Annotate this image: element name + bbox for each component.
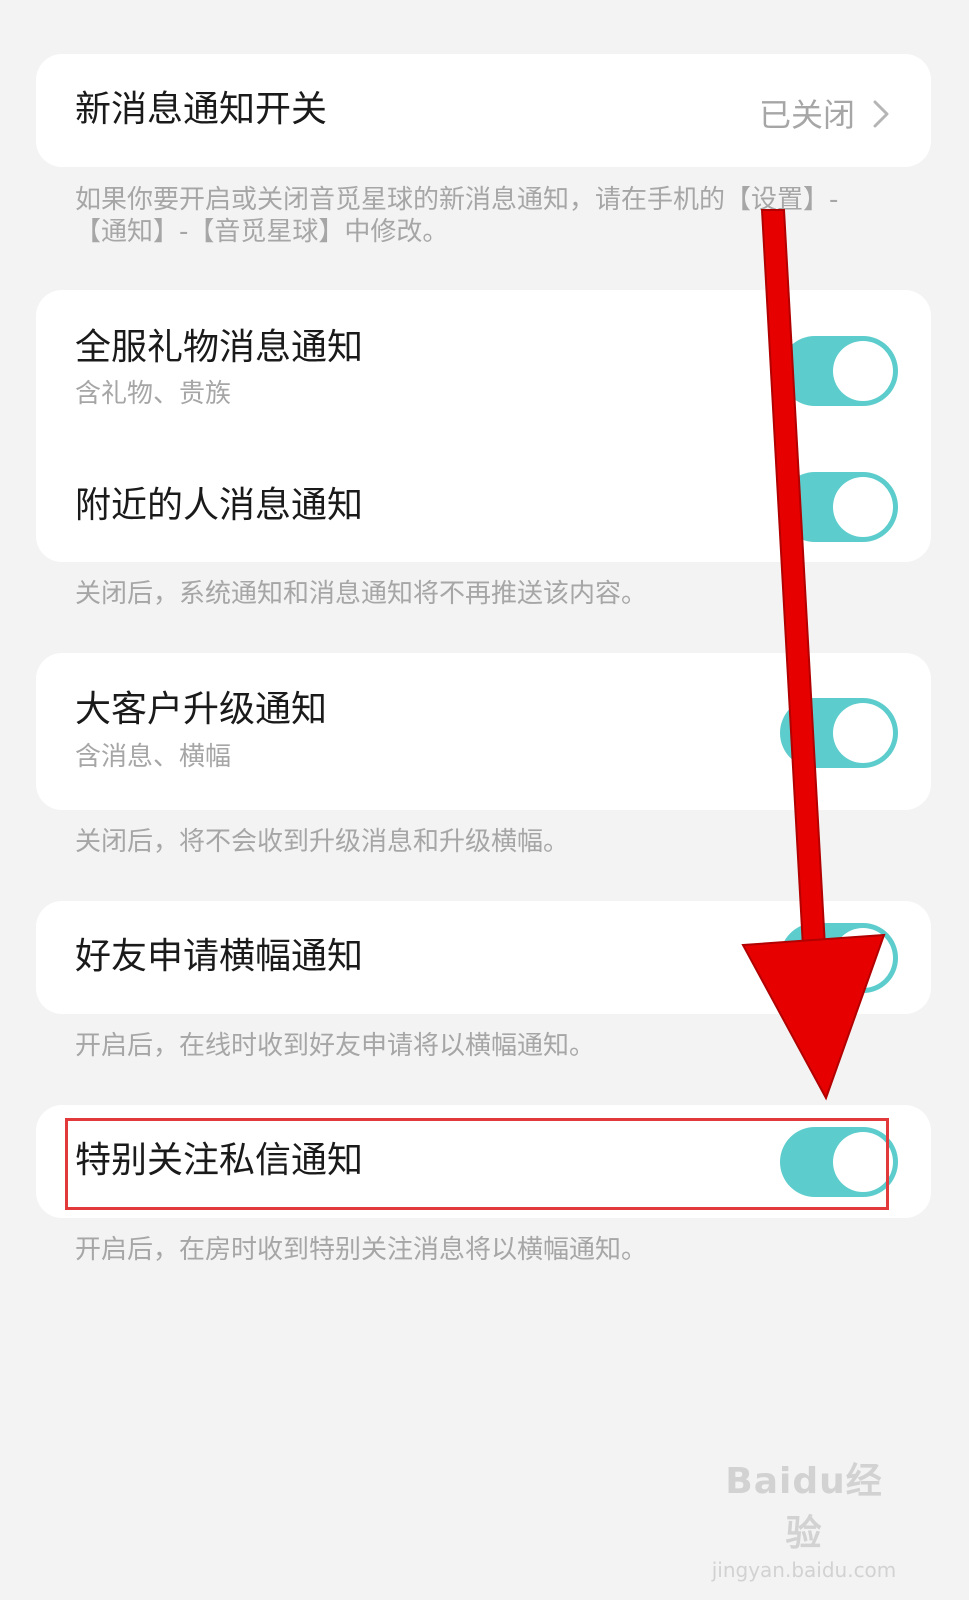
- special-follow-caption: 开启后，在房时收到特别关注消息将以横幅通知。: [75, 1235, 648, 1265]
- notification-switch-status: 已关闭: [758, 96, 855, 134]
- toggle-knob: [833, 1132, 893, 1192]
- upgrade-caption: 关闭后，将不会收到升级消息和升级横幅。: [75, 827, 570, 857]
- gift-notification-toggle[interactable]: [780, 336, 898, 406]
- gift-notification-subtitle: 含礼物、贵族: [75, 379, 232, 409]
- friend-request-toggle[interactable]: [780, 923, 898, 993]
- notification-switch-description: 如果你要开启或关闭音觅星球的新消息通知，请在手机的【设置】-【通知】-【音觅星球…: [75, 185, 839, 247]
- chevron-right-icon: [873, 100, 889, 128]
- upgrade-settings-card: 大客户升级通知 含消息、横幅: [36, 653, 931, 810]
- gift-notification-title: 全服礼物消息通知: [75, 327, 364, 368]
- toggle-knob: [833, 928, 893, 988]
- friend-request-title: 好友申请横幅通知: [75, 936, 364, 977]
- upgrade-notification-title: 大客户升级通知: [75, 689, 328, 730]
- toggle-knob: [833, 477, 893, 537]
- friend-caption: 开启后，在线时收到好友申请将以横幅通知。: [75, 1031, 596, 1061]
- watermark-url: jingyan.baidu.com: [711, 1558, 897, 1582]
- notification-switch-title: 新消息通知开关: [75, 89, 328, 130]
- special-follow-card: 特别关注私信通知: [36, 1105, 931, 1218]
- friend-settings-card: 好友申请横幅通知: [36, 901, 931, 1014]
- watermark-logo: Baidu经验: [725, 1461, 883, 1554]
- upgrade-notification-toggle[interactable]: [780, 698, 898, 768]
- toggle-knob: [833, 703, 893, 763]
- nearby-notification-toggle[interactable]: [780, 472, 898, 542]
- broadcast-settings-card: 全服礼物消息通知 含礼物、贵族 附近的人消息通知: [36, 290, 931, 562]
- toggle-knob: [833, 341, 893, 401]
- special-follow-title: 特别关注私信通知: [75, 1140, 364, 1181]
- nearby-notification-title: 附近的人消息通知: [75, 485, 364, 526]
- special-follow-toggle[interactable]: [780, 1127, 898, 1197]
- notification-switch-card[interactable]: 新消息通知开关 已关闭: [36, 54, 931, 167]
- upgrade-notification-subtitle: 含消息、横幅: [75, 742, 232, 772]
- broadcast-caption: 关闭后，系统通知和消息通知将不再推送该内容。: [75, 579, 648, 609]
- baidu-watermark: Baidu经验 jingyan.baidu.com: [709, 1452, 899, 1582]
